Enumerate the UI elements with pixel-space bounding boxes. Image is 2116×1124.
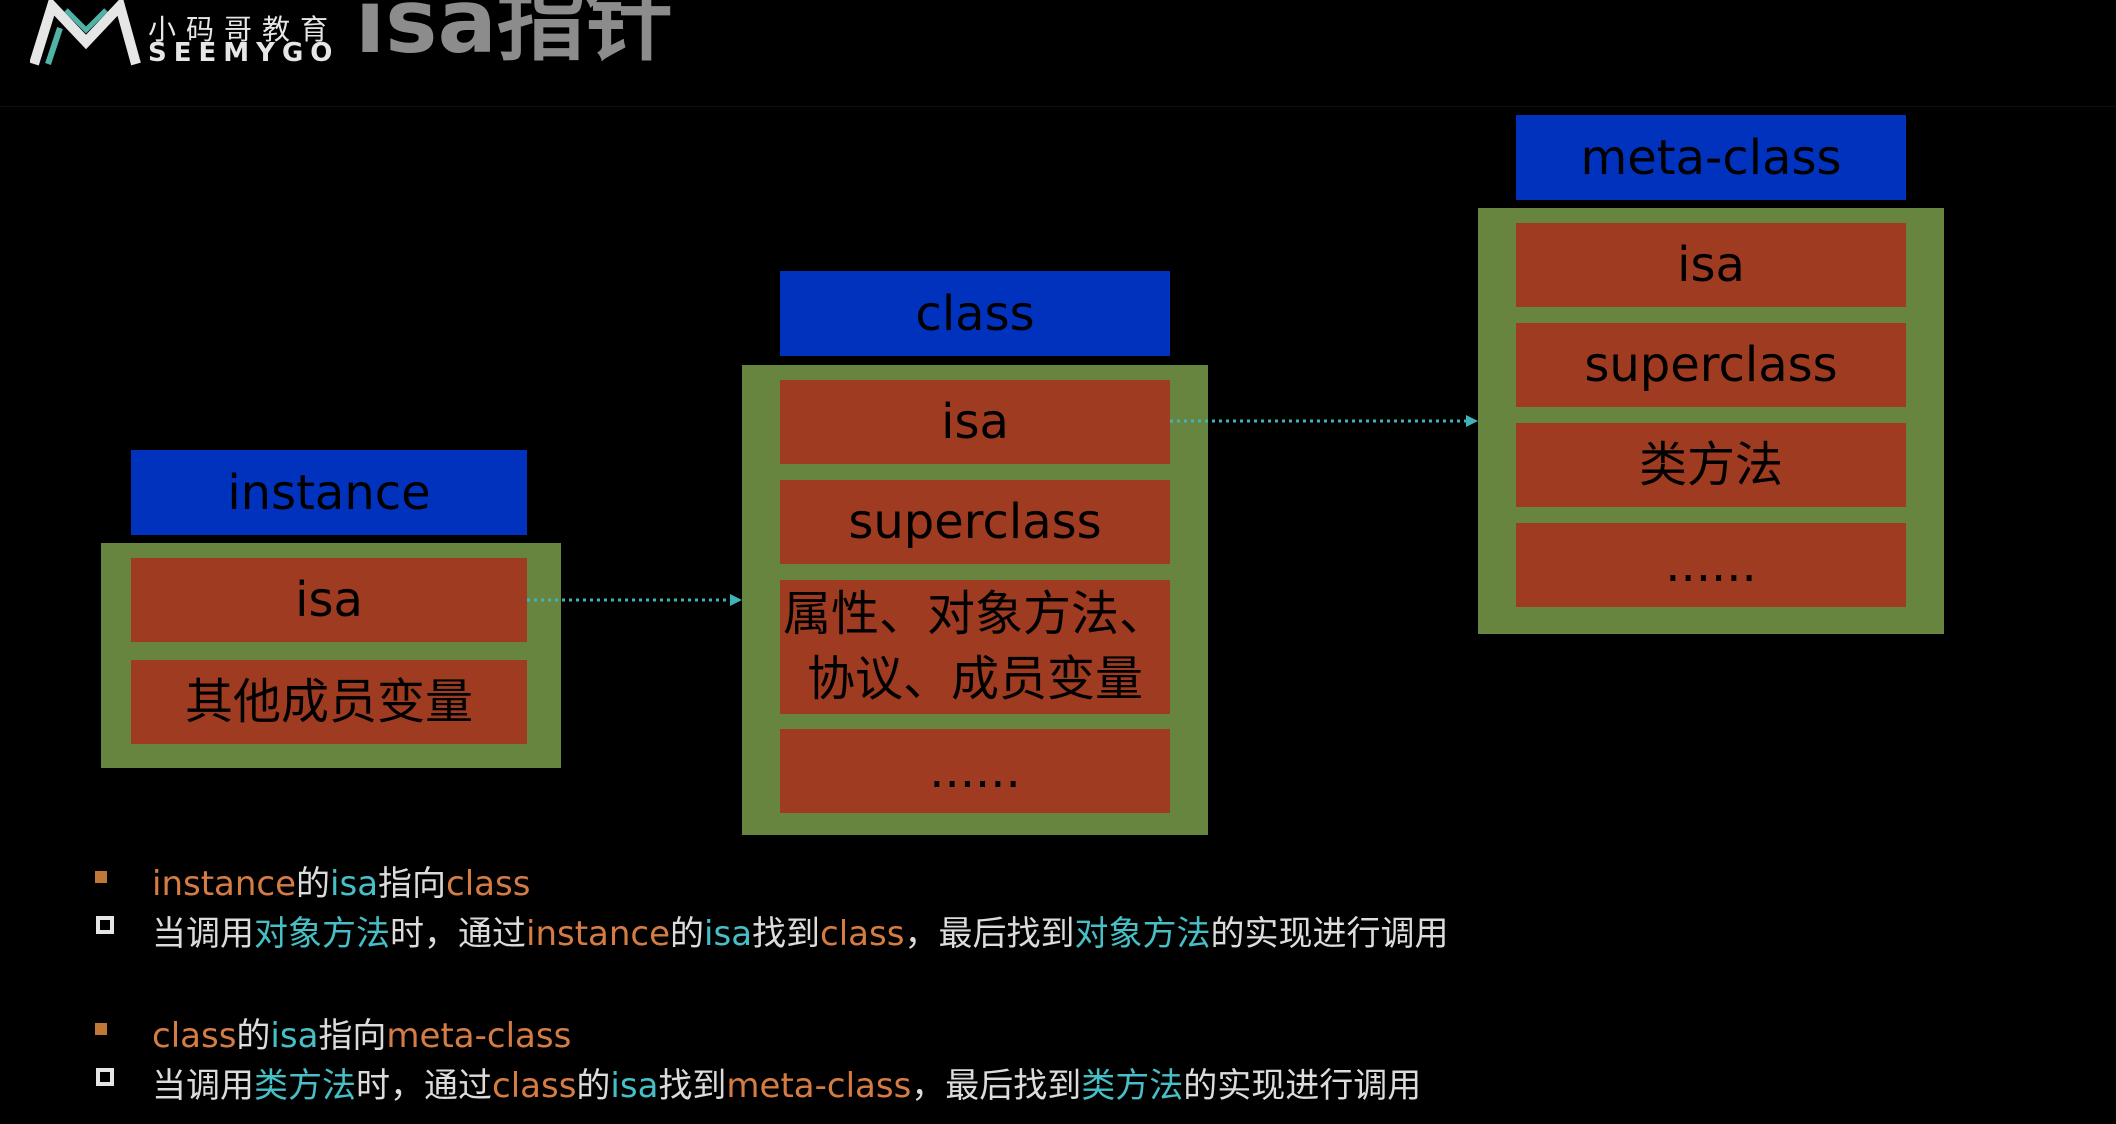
note-1-heading: instance的isa指向class	[152, 856, 530, 905]
note-text-segment: ，最后找到	[911, 1066, 1082, 1106]
note-2-heading: class的isa指向meta-class	[152, 1008, 571, 1057]
note-text-segment: 的	[236, 1016, 271, 1056]
arrows-layer	[527, 415, 1478, 606]
bullet-square-icon	[95, 1023, 107, 1035]
note-text-segment: 指向	[318, 1016, 387, 1056]
note-text-segment: isa	[270, 1016, 319, 1056]
note-text-segment: class	[446, 864, 531, 904]
note-text-segment: 的	[670, 914, 705, 954]
note-1-detail: 当调用对象方法时，通过instance的isa找到class，最后找到对象方法的…	[152, 906, 1448, 955]
note-text-segment: 类方法	[254, 1066, 356, 1106]
note-text-segment: 当调用	[152, 1066, 254, 1106]
note-2-detail: 当调用类方法时，通过class的isa找到meta-class，最后找到类方法的…	[152, 1058, 1421, 1107]
note-text-segment: 找到	[658, 1066, 727, 1106]
note-text-segment: 的	[296, 864, 331, 904]
note-text-segment: 的实现进行调用	[1210, 914, 1449, 954]
arrow-instance-to-class	[527, 594, 742, 606]
checkbox-square-icon	[96, 916, 114, 934]
note-text-segment: 当调用	[152, 914, 254, 954]
note-text-segment: 指向	[378, 864, 447, 904]
checkbox-square-icon	[96, 1068, 114, 1086]
note-text-segment: isa	[704, 914, 753, 954]
note-text-segment: isa	[330, 864, 379, 904]
note-text-segment: 对象方法	[1074, 914, 1211, 954]
note-text-segment: 时，通过	[390, 914, 526, 954]
note-text-segment: instance	[152, 864, 297, 904]
note-text-segment: class	[820, 914, 905, 954]
note-text-segment: 找到	[752, 914, 821, 954]
note-text-segment: class	[492, 1066, 577, 1106]
bullet-square-icon	[95, 871, 107, 883]
note-text-segment: 的实现进行调用	[1183, 1066, 1422, 1106]
note-text-segment: 时，通过	[356, 1066, 492, 1106]
note-text-segment: 类方法	[1081, 1066, 1184, 1106]
note-text-segment: ，最后找到	[904, 914, 1075, 954]
note-text-segment: class	[152, 1016, 237, 1056]
note-text-segment: isa	[610, 1066, 659, 1106]
note-text-segment: instance	[526, 914, 671, 954]
note-text-segment: meta-class	[386, 1016, 572, 1056]
note-text-segment: 对象方法	[254, 914, 390, 954]
note-text-segment: 的	[576, 1066, 611, 1106]
arrow-class-to-meta-class	[1170, 415, 1478, 427]
note-text-segment: meta-class	[726, 1066, 912, 1106]
